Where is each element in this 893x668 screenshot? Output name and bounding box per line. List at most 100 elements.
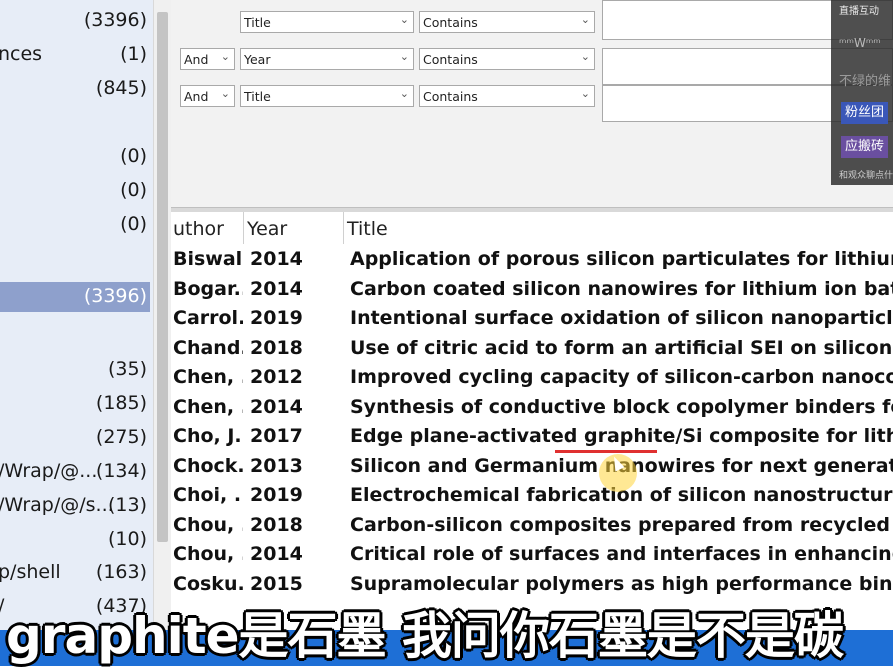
cell-title: Application of porous silicon particulat…: [350, 248, 893, 270]
group-item[interactable]: /Wrap/@/s... (13): [0, 491, 150, 521]
group-count: (134): [95, 460, 147, 482]
video-subtitle: graphite是石墨 我问你石墨是不是碳: [6, 607, 844, 665]
group-item[interactable]: (10): [0, 525, 150, 555]
table-row[interactable]: Cosku... 2015 Supramolecular polymers as…: [171, 568, 893, 598]
column-header-title[interactable]: Title: [347, 218, 388, 240]
group-item[interactable]: (845): [0, 74, 150, 104]
table-row[interactable]: Chou, ... 2014 Critical role of surfaces…: [171, 538, 893, 568]
table-row[interactable]: Cho, J... 2017 Edge plane-activated grap…: [171, 420, 893, 450]
cell-year: 2019: [250, 484, 303, 506]
highlight-underline: [555, 450, 657, 453]
cell-title: Critical role of surfaces and interfaces…: [350, 543, 893, 565]
chevron-down-icon: ⌄: [220, 50, 230, 63]
group-count: (10): [107, 528, 147, 550]
overlay-footer: 和观众聊点什: [839, 171, 893, 181]
cell-title: Edge plane-activated graphite/Si composi…: [350, 425, 893, 447]
group-item[interactable]: (0): [0, 142, 150, 172]
group-item[interactable]: (0): [0, 210, 150, 240]
cell-author: Chock...: [173, 455, 243, 477]
field-select[interactable]: Title ⌄: [240, 85, 414, 107]
group-item[interactable]: (35): [0, 355, 150, 385]
logic-select[interactable]: And ⌄: [180, 48, 235, 70]
group-name: p/shell: [0, 561, 61, 583]
field-select[interactable]: Year ⌄: [240, 48, 414, 70]
cell-year: 2017: [250, 425, 303, 447]
cell-year: 2013: [250, 455, 303, 477]
operator-select[interactable]: Contains ⌄: [419, 85, 595, 107]
cell-author: Chou, ...: [173, 543, 243, 565]
group-name: /: [0, 595, 4, 617]
chevron-down-icon: ⌄: [220, 87, 230, 100]
overlay-line: ᵐᵐWᵐᵐ: [839, 36, 881, 50]
group-count: (13): [107, 494, 147, 516]
cell-title: Carbon-silicon composites prepared from …: [350, 514, 893, 536]
group-item[interactable]: (185): [0, 389, 150, 419]
overlay-badge[interactable]: 应搬砖: [841, 136, 889, 158]
logic-select[interactable]: And ⌄: [180, 85, 235, 107]
group-item[interactable]: (275): [0, 423, 150, 453]
cell-author: Cho, J...: [173, 425, 243, 447]
table-row[interactable]: Chand... 2018 Use of citric acid to form…: [171, 332, 893, 362]
column-divider[interactable]: [243, 212, 244, 244]
column-divider[interactable]: [343, 212, 344, 244]
search-panel: Title ⌄ Contains ⌄ And ⌄ Year ⌄ Contains…: [171, 0, 893, 213]
cell-author: Carrol...: [173, 307, 243, 329]
cell-author: Cosku...: [173, 573, 243, 595]
group-count: (163): [95, 561, 147, 583]
cell-year: 2014: [250, 278, 303, 300]
table-row[interactable]: Carrol... 2019 Intentional surface oxida…: [171, 302, 893, 332]
logic-select-value: And: [184, 52, 209, 67]
operator-select-value: Contains: [423, 89, 478, 104]
sidebar-scrollbar[interactable]: [153, 0, 171, 666]
logic-select-value: And: [184, 89, 209, 104]
operator-select[interactable]: Contains ⌄: [419, 11, 595, 33]
group-item[interactable]: (3396): [0, 6, 150, 36]
cell-year: 2015: [250, 573, 303, 595]
group-item[interactable]: /Wrap/@... (134): [0, 457, 150, 487]
cell-year: 2014: [250, 543, 303, 565]
operator-select-value: Contains: [423, 52, 478, 67]
cell-year: 2014: [250, 396, 303, 418]
cell-title: Synthesis of conductive block copolymer …: [350, 396, 893, 418]
table-row[interactable]: Biswal... 2014 Application of porous sil…: [171, 243, 893, 273]
cell-author: Chou, ...: [173, 514, 243, 536]
operator-select-value: Contains: [423, 15, 478, 30]
column-header-author[interactable]: uthor: [173, 218, 224, 240]
group-count: (275): [95, 426, 147, 448]
table-row[interactable]: Chou, ... 2018 Carbon-silicon composites…: [171, 509, 893, 539]
cell-author: Bogar...: [173, 278, 243, 300]
table-row[interactable]: Chen, ... 2014 Synthesis of conductive b…: [171, 391, 893, 421]
cell-author: Biswal...: [173, 248, 243, 270]
cell-title: Use of citric acid to form an artificial…: [350, 337, 893, 359]
group-item[interactable]: (0): [0, 176, 150, 206]
chevron-down-icon: ⌄: [580, 87, 590, 100]
table-row[interactable]: Chen, ... 2012 Improved cycling capacity…: [171, 361, 893, 391]
cell-title: Supramolecular polymers as high performa…: [350, 573, 893, 595]
group-item-selected[interactable]: (3396): [0, 282, 150, 312]
overlay-line: 不绿的维: [839, 74, 892, 89]
table-row[interactable]: Chock... 2013 Silicon and Germanium nano…: [171, 450, 893, 480]
cell-title: Carbon coated silicon nanowires for lith…: [350, 278, 893, 300]
cell-author: Chand...: [173, 337, 243, 359]
field-select[interactable]: Title ⌄: [240, 11, 414, 33]
group-count: (0): [120, 213, 147, 235]
group-name: nces: [0, 43, 43, 65]
group-item[interactable]: nces (1): [0, 40, 150, 70]
group-count: (35): [107, 358, 147, 380]
column-header-year[interactable]: Year: [247, 218, 287, 240]
table-row[interactable]: Bogar... 2014 Carbon coated silicon nano…: [171, 273, 893, 303]
group-count: (1): [120, 43, 147, 65]
field-select-value: Title: [244, 89, 271, 104]
cell-year: 2019: [250, 307, 303, 329]
chevron-down-icon: ⌄: [580, 13, 590, 26]
operator-select[interactable]: Contains ⌄: [419, 48, 595, 70]
chevron-down-icon: ⌄: [399, 87, 409, 100]
fan-club-badge[interactable]: 粉丝团: [841, 102, 889, 124]
cell-year: 2012: [250, 366, 303, 388]
group-name: /Wrap/@...: [0, 460, 98, 482]
sidebar-scroll-thumb[interactable]: [157, 12, 168, 542]
overlay-title: 直播互动: [839, 6, 879, 17]
table-row[interactable]: Choi, ... 2019 Electrochemical fabricati…: [171, 479, 893, 509]
group-item[interactable]: p/shell (163): [0, 558, 150, 588]
group-count: (185): [95, 392, 147, 414]
